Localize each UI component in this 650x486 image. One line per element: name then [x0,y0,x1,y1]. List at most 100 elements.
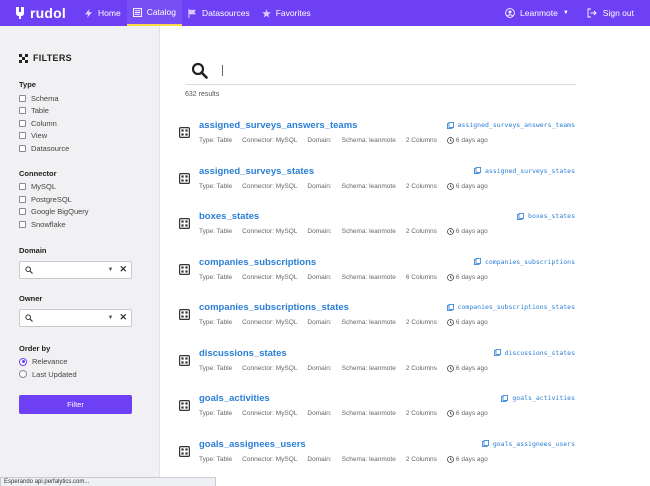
meta-updated: 6 days ago [447,274,498,281]
copy-icon [493,349,501,356]
sign-out-button[interactable]: Sign out [587,8,634,18]
nav-catalog[interactable]: Catalog [126,0,182,26]
copy-name-button[interactable]: assigned_surveys_states [473,167,575,175]
order-option-last-updated[interactable]: Last Updated [19,368,140,381]
checkbox[interactable] [19,208,26,216]
result-title-link[interactable]: boxes_states [199,211,259,222]
result-meta: Type: Table Connector: MySQL Domain: Schema… [199,228,508,235]
copy-name-label: boxes_states [528,212,575,220]
clear-icon[interactable]: ✕ [119,264,127,275]
copy-name-button[interactable]: assigned_surveys_answers_teams [446,121,575,129]
clock-icon [447,364,454,372]
meta-updated: 6 days ago [447,228,498,235]
result-meta: Type: Table Connector: MySQL Domain: Schema… [199,456,508,463]
user-menu[interactable]: Leanmote ▼ [505,8,569,18]
result-item[interactable]: assigned_surveys_states assigned_surveys_… [179,166,575,206]
domain-filter-title: Domain [19,245,47,255]
result-title-link[interactable]: companies_subscriptions_states [199,302,349,313]
meta-updated: 6 days ago [447,319,498,326]
result-item[interactable]: discussions_states discussions_states Type… [179,348,575,388]
domain-select[interactable]: ▼ ✕ [19,260,132,279]
checkbox[interactable] [19,195,26,203]
checkbox[interactable] [19,144,26,152]
nav-home[interactable]: Home [78,0,127,26]
brand-logo[interactable]: rudol [14,5,74,21]
result-title-link[interactable]: assigned_surveys_answers_teams [199,120,357,131]
copy-name-button[interactable]: companies_subscriptions_states [446,303,575,311]
copy-name-button[interactable]: discussions_states [493,348,575,357]
clear-icon[interactable]: ✕ [119,312,127,323]
connector-option-bigquery[interactable]: Google BigQuery [19,206,140,219]
meta-updated: 6 days ago [447,456,498,463]
result-item[interactable]: boxes_states boxes_states Type: Table Conne… [179,211,575,251]
connector-option-mysql[interactable]: MySQL [19,181,140,194]
copy-name-button[interactable]: goals_activities [501,394,575,402]
scroll-fade [160,470,650,486]
meta-columns: 2 Columns [405,228,437,235]
copy-icon [501,394,509,402]
result-item[interactable]: companies_subscriptions_states companies_… [179,302,575,342]
copy-name-label: discussions_states [504,348,575,357]
type-option-table[interactable]: Table [19,105,140,118]
result-title-link[interactable]: assigned_surveys_states [199,166,314,177]
option-label: View [31,131,48,141]
copy-icon [517,212,525,220]
results-count: 632 results [185,91,220,98]
owner-select[interactable]: ▼ ✕ [19,308,132,327]
nav-favorites[interactable]: Favorites [256,0,317,26]
star-icon [261,8,271,18]
type-option-datasource[interactable]: Datasource [19,142,140,155]
checkbox[interactable] [19,183,26,191]
option-label: Relevance [32,357,68,367]
result-title-link[interactable]: goals_assignees_users [199,439,306,450]
table-icon [179,172,190,184]
result-item[interactable]: goals_activities goals_activities Type: Ta… [179,393,575,433]
sign-out-icon [587,8,597,18]
meta-domain: Domain: [307,410,332,417]
result-item[interactable]: assigned_surveys_answers_teams assigned_s… [179,120,575,160]
result-title-link[interactable]: discussions_states [199,348,287,359]
chevron-down-icon[interactable]: ▼ [108,267,114,273]
meta-type: Type: Table [199,319,233,326]
meta-updated-label: 6 days ago [455,410,488,417]
meta-domain: Domain: [307,182,332,190]
nav-datasources[interactable]: Datasources [182,0,256,26]
table-icon [179,127,190,138]
search-bar[interactable] [186,56,576,85]
checkbox[interactable] [19,132,26,140]
type-option-column[interactable]: Column [19,117,140,130]
nav-home-label: Home [98,8,121,18]
radio[interactable] [19,370,27,379]
checkbox[interactable] [19,119,26,127]
checkbox[interactable] [19,220,26,228]
sign-out-label: Sign out [602,8,634,18]
connector-option-snowflake[interactable]: Snowflake [19,218,140,231]
table-icon [179,400,190,411]
copy-icon [473,258,481,265]
meta-schema: Schema: leanmote [341,182,396,190]
meta-updated: 6 days ago [447,410,498,417]
connector-option-postgresql[interactable]: PostgreSQL [19,193,140,206]
type-option-view[interactable]: View [19,130,140,143]
chevron-down-icon[interactable]: ▼ [108,315,114,321]
result-title-link[interactable]: goals_activities [199,393,270,404]
table-icon [179,218,190,229]
radio-selected[interactable] [19,357,27,366]
result-item[interactable]: companies_subscriptions companies_subscri… [179,257,575,297]
copy-name-button[interactable]: boxes_states [517,212,575,220]
checkbox[interactable] [19,94,26,102]
checkbox[interactable] [19,107,26,115]
copy-icon [446,303,454,311]
copy-name-button[interactable]: companies_subscriptions [473,258,575,266]
order-option-relevance[interactable]: Relevance [19,356,140,369]
result-title-link[interactable]: companies_subscriptions [199,257,316,268]
option-label: Table [31,106,49,116]
catalog-icon [132,7,142,17]
copy-name-button[interactable]: goals_assignees_users [481,440,575,448]
filter-button[interactable]: Filter [19,394,132,414]
type-option-schema[interactable]: Schema [19,92,140,105]
meta-schema: Schema: leanmote [341,137,396,144]
catalog-main: 632 results assigned_surveys_answers_tea… [160,26,650,486]
type-filter-title: Type [19,80,36,89]
rudol-logo-icon [16,7,24,19]
